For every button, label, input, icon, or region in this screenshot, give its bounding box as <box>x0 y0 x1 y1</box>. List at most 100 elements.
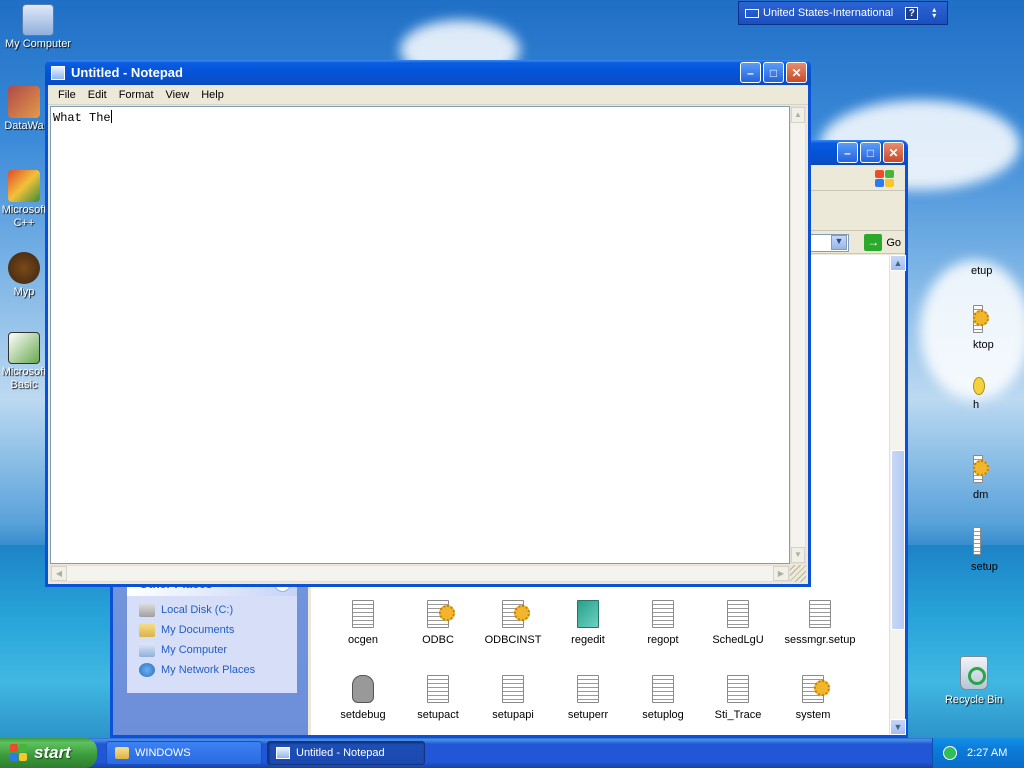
settings-file-icon <box>802 675 830 703</box>
notepad-titlebar[interactable]: Untitled - Notepad – □ ✕ <box>45 60 811 85</box>
text-file-icon <box>809 600 831 628</box>
close-button[interactable]: ✕ <box>786 62 807 83</box>
scroll-up-button[interactable]: ▲ <box>791 107 805 123</box>
msbasic-icon <box>8 332 40 364</box>
desktop-icon-datawa[interactable]: DataWa <box>0 86 48 133</box>
file-item-setupact[interactable]: setupact <box>400 675 476 721</box>
go-button[interactable]: → Go <box>864 234 901 251</box>
other-places-my-network-places[interactable]: My Network Places <box>127 660 297 680</box>
myp-icon <box>8 252 40 284</box>
taskbar-item-windows[interactable]: WINDOWS <box>106 741 262 765</box>
msvc-icon <box>8 170 40 202</box>
language-label: United States-International <box>763 7 894 19</box>
recycle-bin-icon <box>960 656 988 690</box>
text-editor-area[interactable]: What The <box>50 106 790 564</box>
minimize-button[interactable]: – <box>740 62 761 83</box>
settings-file-icon <box>973 455 989 483</box>
settings-file-icon <box>973 305 989 333</box>
text-file-icon <box>427 675 449 703</box>
text-file-icon <box>727 675 749 703</box>
scroll-thumb[interactable] <box>891 450 905 630</box>
desktop-icon-my-computer[interactable]: My Computer <box>0 4 76 51</box>
text-file-icon <box>973 527 981 555</box>
file-item-regedit[interactable]: regedit <box>550 600 626 646</box>
language-bar[interactable]: United States-International ? ▴ ▾ <box>738 1 948 25</box>
window-title: Untitled - Notepad <box>71 65 183 80</box>
taskbar-item-notepad[interactable]: Untitled - Notepad <box>267 741 425 765</box>
file-item[interactable]: h <box>973 377 1024 411</box>
text-file-icon <box>652 600 674 628</box>
text-file-icon <box>577 675 599 703</box>
scroll-left-button[interactable]: ◀ <box>51 566 67 581</box>
file-item-ocgen[interactable]: ocgen <box>325 600 401 646</box>
editor-text: What The <box>53 111 111 125</box>
taskbar: start WINDOWS Untitled - Notepad 2:27 AM <box>0 738 1024 768</box>
other-places-my-computer[interactable]: My Computer <box>127 640 297 660</box>
registry-editor-icon <box>577 600 599 628</box>
windows-flag-icon <box>10 744 28 762</box>
system-tray: 2:27 AM <box>932 738 1024 768</box>
computer-icon <box>22 4 54 36</box>
start-button[interactable]: start <box>0 738 97 768</box>
text-file-icon <box>502 675 524 703</box>
clock[interactable]: 2:27 AM <box>967 747 1007 759</box>
desktop-icon-microsoft-cpp[interactable]: Microsoft C++ <box>0 170 48 230</box>
notepad-window[interactable]: Untitled - Notepad – □ ✕ File Edit Forma… <box>45 60 811 587</box>
editor-horizontal-scrollbar[interactable]: ◀ ▶ <box>50 565 790 582</box>
settings-file-icon <box>427 600 455 628</box>
scroll-up-button[interactable]: ▲ <box>890 255 906 271</box>
file-item[interactable]: ktop <box>973 305 1024 351</box>
menu-file[interactable]: File <box>52 89 82 101</box>
file-item-sti-trace[interactable]: Sti_Trace <box>700 675 776 721</box>
help-file-icon <box>973 377 985 395</box>
file-item-odbc[interactable]: ODBC <box>400 600 476 646</box>
folder-icon <box>115 747 129 759</box>
file-item[interactable]: etup <box>971 265 1024 277</box>
other-places-local-disk[interactable]: Local Disk (C:) <box>127 600 297 620</box>
other-places-my-documents[interactable]: My Documents <box>127 620 297 640</box>
file-item-system[interactable]: system <box>775 675 851 721</box>
file-item-odbcinst[interactable]: ODBCINST <box>475 600 551 646</box>
file-item-regopt[interactable]: regopt <box>625 600 701 646</box>
desktop-icon-recycle-bin[interactable]: Recycle Bin <box>944 656 1004 706</box>
file-item-schedlgu[interactable]: SchedLgU <box>700 600 776 646</box>
other-places-panel: Other Places ︽ Local Disk (C:) My Docume… <box>127 571 297 693</box>
desktop-icon-microsoft-basic[interactable]: Microsoft Basic <box>0 332 48 392</box>
scroll-down-button[interactable]: ▼ <box>791 547 805 563</box>
address-dropdown-button[interactable]: ▼ <box>831 235 847 250</box>
network-status-icon[interactable] <box>943 746 957 760</box>
explorer-vertical-scrollbar[interactable]: ▲ ▼ <box>889 255 906 735</box>
file-item[interactable]: dm <box>973 455 1024 501</box>
text-file-icon <box>352 600 374 628</box>
file-item-setdebug[interactable]: setdebug <box>325 675 401 721</box>
editor-vertical-scrollbar[interactable]: ▲ ▼ <box>790 106 806 564</box>
windows-logo-icon <box>875 170 895 188</box>
file-item-setuperr[interactable]: setuperr <box>550 675 626 721</box>
desktop-icon-myp[interactable]: Myp <box>0 252 48 299</box>
settings-file-icon <box>502 600 530 628</box>
close-button[interactable]: ✕ <box>883 142 904 163</box>
file-item-setuplog[interactable]: setuplog <box>625 675 701 721</box>
menu-help[interactable]: Help <box>195 89 230 101</box>
file-item-sessmgr-setup[interactable]: sessmgr.setup <box>775 600 865 646</box>
text-file-icon <box>652 675 674 703</box>
menu-edit[interactable]: Edit <box>82 89 113 101</box>
datawarehouse-icon <box>8 86 40 118</box>
menu-format[interactable]: Format <box>113 89 160 101</box>
text-file-icon <box>727 600 749 628</box>
options-arrows-icon[interactable]: ▴ ▾ <box>932 6 936 20</box>
minimize-button[interactable]: – <box>837 142 858 163</box>
drive-icon <box>139 603 155 617</box>
maximize-button[interactable]: □ <box>860 142 881 163</box>
help-button[interactable]: ? <box>905 6 919 20</box>
debug-bear-icon <box>352 675 374 703</box>
maximize-button[interactable]: □ <box>763 62 784 83</box>
scroll-down-button[interactable]: ▼ <box>890 719 906 735</box>
folder-icon <box>139 623 155 637</box>
file-item-setupapi[interactable]: setupapi <box>475 675 551 721</box>
file-item[interactable]: setup <box>971 527 1024 573</box>
menu-view[interactable]: View <box>160 89 196 101</box>
scroll-right-button[interactable]: ▶ <box>773 566 789 581</box>
resize-grip[interactable] <box>790 565 806 582</box>
network-icon <box>139 663 155 677</box>
